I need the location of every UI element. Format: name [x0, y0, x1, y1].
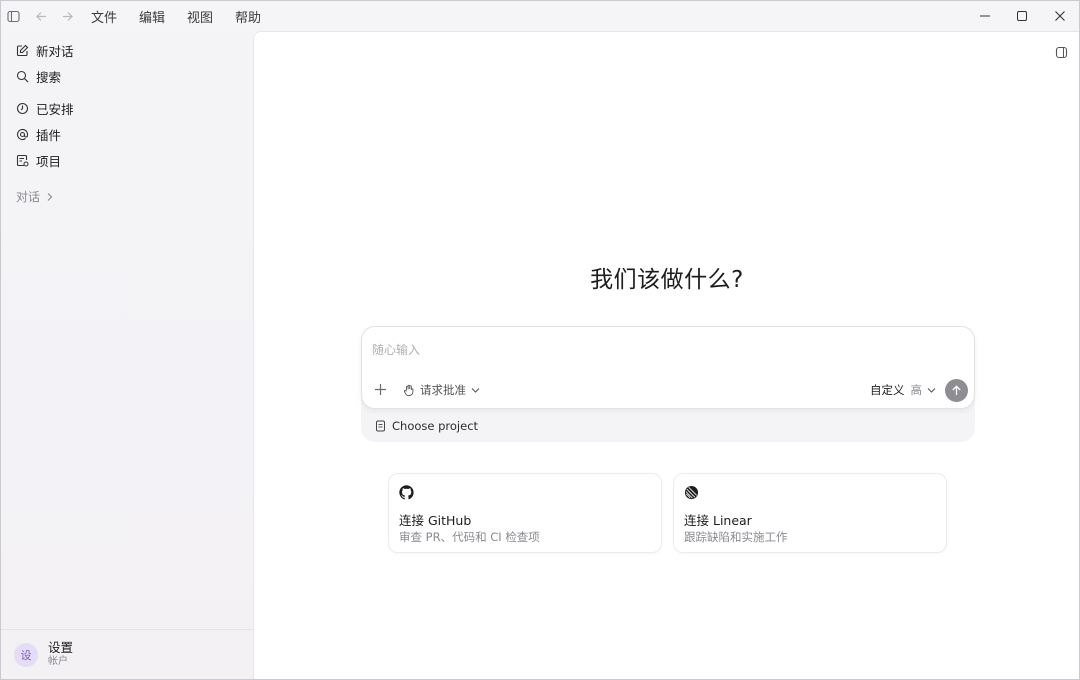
hand-icon: [403, 384, 415, 396]
maximize-icon: [1017, 11, 1027, 21]
at-icon: [15, 127, 29, 141]
sidebar-item-label: 搜索: [36, 69, 62, 85]
chevron-down-icon: [471, 387, 480, 394]
account-label: 帐户: [48, 656, 68, 667]
card-title: 连接 Linear: [684, 513, 752, 528]
linear-icon: [684, 485, 700, 501]
minimize-button[interactable]: [966, 1, 1004, 31]
sidebar-item-label: 已安排: [36, 101, 74, 117]
document-icon: [375, 420, 386, 432]
sidebar-item-projects[interactable]: 项目: [15, 149, 61, 171]
connect-linear-card[interactable]: 连接 Linear 跟踪缺陷和实施工作: [673, 473, 947, 553]
sidebar-item-label: 插件: [36, 127, 62, 143]
composer-container: 随心输入 请求批准 自定义 高 Choose project: [361, 326, 975, 442]
arrow-up-icon: [952, 385, 961, 395]
card-title: 连接 GitHub: [399, 513, 472, 528]
sidebar-item-label: 新对话: [36, 43, 74, 59]
sidebar-toggle-icon[interactable]: [3, 6, 23, 26]
composer-input[interactable]: 随心输入: [372, 341, 420, 358]
choose-project-button[interactable]: Choose project: [375, 419, 478, 433]
minimize-icon: [980, 15, 990, 17]
maximize-button[interactable]: [1003, 1, 1041, 31]
app-window: 文件 编辑 视图 帮助 新对话 搜索 已安排 插件 项目 对话 设 设置 帐户 …: [0, 0, 1080, 680]
add-attachment-button[interactable]: [372, 381, 388, 397]
page-title: 我们该做什么?: [590, 267, 744, 293]
close-button[interactable]: [1041, 1, 1079, 31]
clock-icon: [15, 101, 29, 115]
effort-label: 高: [910, 383, 923, 397]
avatar: 设: [14, 642, 38, 667]
menu-file[interactable]: 文件: [91, 7, 117, 26]
connect-github-card[interactable]: 连接 GitHub 审查 PR、代码和 CI 检查项: [388, 473, 662, 553]
sidebar-item-scheduled[interactable]: 已安排: [15, 97, 74, 119]
menu-view[interactable]: 视图: [187, 7, 213, 26]
section-conversations[interactable]: 对话: [16, 188, 54, 205]
title-bar: 文件 编辑 视图 帮助: [1, 1, 1079, 31]
send-button[interactable]: [945, 379, 968, 402]
model-dropdown[interactable]: 自定义 高: [870, 382, 936, 398]
folder-icon: [15, 153, 29, 167]
sidebar-item-label: 项目: [36, 153, 62, 169]
sidebar-item-new-chat[interactable]: 新对话: [15, 39, 74, 61]
composer: 随心输入 请求批准 自定义 高: [361, 326, 975, 409]
model-label: 自定义: [870, 383, 905, 397]
search-icon: [15, 69, 29, 83]
chevron-down-icon: [927, 387, 936, 394]
card-subtitle: 跟踪缺陷和实施工作: [684, 530, 788, 544]
project-label: Choose project: [392, 419, 479, 433]
menu-edit[interactable]: 编辑: [139, 7, 165, 26]
card-subtitle: 审查 PR、代码和 CI 检查项: [399, 530, 540, 544]
panel-toggle-icon[interactable]: [1055, 44, 1069, 59]
settings-account[interactable]: 设 设置 帐户: [1, 629, 253, 679]
plus-icon: [374, 383, 386, 395]
sidebar-item-plugins[interactable]: 插件: [15, 123, 61, 145]
chevron-right-icon: [46, 192, 54, 202]
main-panel: 我们该做什么? 随心输入 请求批准 自定义 高 Choose project 连…: [253, 31, 1079, 679]
github-icon: [399, 485, 415, 501]
sidebar-item-search[interactable]: 搜索: [15, 65, 61, 87]
section-label: 对话: [16, 190, 41, 204]
sidebar: 新对话 搜索 已安排 插件 项目 对话 设 设置 帐户: [1, 31, 253, 679]
menu-help[interactable]: 帮助: [235, 7, 261, 26]
approval-label: 请求批准: [420, 383, 466, 397]
back-arrow-icon[interactable]: [31, 6, 51, 26]
forward-arrow-icon[interactable]: [57, 6, 77, 26]
approval-mode-dropdown[interactable]: 请求批准: [403, 382, 480, 398]
settings-label: 设置: [48, 640, 74, 655]
edit-icon: [15, 43, 29, 57]
close-icon: [1055, 11, 1065, 21]
